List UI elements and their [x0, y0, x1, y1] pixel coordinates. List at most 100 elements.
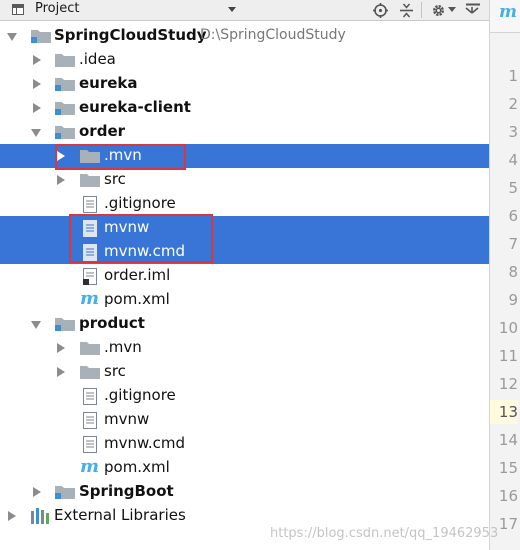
folder-icon [80, 172, 100, 191]
tree-row-product-mvnw[interactable]: mvnw [0, 408, 489, 432]
collapse-arrow-icon[interactable] [33, 103, 41, 113]
order-mvn-label: .mvn [104, 146, 142, 164]
gear-icon[interactable] [429, 2, 447, 18]
collapse-arrow-icon[interactable] [57, 367, 65, 377]
tree-row-order-src[interactable]: src [0, 168, 489, 192]
collapse-all-icon[interactable] [397, 2, 415, 18]
product-mvn-label: .mvn [104, 338, 142, 356]
module-folder-icon [55, 484, 75, 503]
order-label: order [79, 122, 126, 140]
project-tree: SpringCloudStudy D:\SpringCloudStudy .id… [0, 21, 489, 550]
order-mvnw-cmd-label: mvnw.cmd [104, 242, 186, 260]
line-number: 11 [498, 347, 518, 365]
line-number: 5 [508, 179, 518, 197]
collapse-arrow-icon[interactable] [57, 151, 65, 161]
text-file-icon [83, 196, 97, 217]
root-path: D:\SpringCloudStudy [200, 27, 346, 43]
module-folder-icon [55, 124, 75, 143]
line-number: 2 [508, 95, 518, 113]
tree-row-product-src[interactable]: src [0, 360, 489, 384]
product-gitignore-label: .gitignore [104, 386, 176, 404]
folder-icon [80, 148, 100, 167]
product-src-label: src [104, 362, 126, 380]
tree-row-order-iml[interactable]: order.iml [0, 264, 489, 288]
line-number: 16 [498, 487, 518, 505]
tree-row-product-mvn[interactable]: .mvn [0, 336, 489, 360]
springboot-label: SpringBoot [79, 482, 174, 500]
collapse-arrow-icon[interactable] [57, 343, 65, 353]
editor-tab-pom[interactable]: m [490, 0, 520, 33]
order-iml-label: order.iml [104, 266, 171, 284]
editor-gutter: m 1 2 3 4 5 6 7 8 9 10 11 12 13 14 15 16 17 [489, 0, 520, 550]
project-panel-header: Project [0, 0, 489, 21]
module-folder-icon [55, 100, 75, 119]
tree-row-order-mvnw[interactable]: mvnw [0, 216, 489, 240]
gear-dropdown-icon[interactable] [447, 2, 457, 18]
watermark: https://blog.csdn.net/qq_19462953 [270, 526, 499, 541]
collapse-arrow-icon[interactable] [33, 79, 41, 89]
line-number: 13 [490, 400, 518, 424]
maven-file-icon: m [80, 456, 100, 477]
product-label: product [79, 314, 145, 332]
text-file-icon [83, 244, 97, 265]
tree-row-root[interactable]: SpringCloudStudy D:\SpringCloudStudy [0, 24, 489, 48]
tree-row-eureka-client[interactable]: eureka-client [0, 96, 489, 120]
text-file-icon [83, 436, 97, 457]
text-file-icon [83, 220, 97, 241]
line-number: 9 [508, 291, 518, 309]
order-src-label: src [104, 170, 126, 188]
maven-file-icon: m [80, 288, 100, 309]
line-number: 12 [498, 375, 518, 393]
tree-row-springboot[interactable]: SpringBoot [0, 480, 489, 504]
line-number: 7 [508, 235, 518, 253]
collapse-arrow-icon[interactable] [8, 511, 16, 521]
tree-row-eureka[interactable]: eureka [0, 72, 489, 96]
module-folder-icon [55, 316, 75, 335]
text-file-icon [83, 412, 97, 433]
project-window-icon [12, 4, 24, 15]
line-number: 14 [498, 431, 518, 449]
tree-row-product-gitignore[interactable]: .gitignore [0, 384, 489, 408]
collapse-arrow-icon[interactable] [33, 487, 41, 497]
line-number: 1 [508, 67, 518, 85]
expand-arrow-icon[interactable] [31, 321, 41, 329]
order-gitignore-label: .gitignore [104, 194, 176, 212]
product-mvnw-cmd-label: mvnw.cmd [104, 434, 186, 452]
collapse-arrow-icon[interactable] [57, 175, 65, 185]
tree-row-external-libraries[interactable]: External Libraries [0, 504, 489, 528]
tree-row-order-mvn[interactable]: .mvn [0, 144, 489, 168]
line-number: 10 [498, 319, 518, 337]
text-file-icon [83, 388, 97, 409]
idea-label: .idea [79, 50, 116, 68]
line-number: 3 [508, 123, 518, 141]
line-number: 8 [508, 263, 518, 281]
tree-row-order[interactable]: order [0, 120, 489, 144]
libraries-icon [30, 507, 50, 528]
header-separator [421, 2, 422, 18]
tree-row-idea[interactable]: .idea [0, 48, 489, 72]
tree-row-order-gitignore[interactable]: .gitignore [0, 192, 489, 216]
scroll-from-source-icon[interactable] [371, 2, 389, 18]
tree-row-order-mvnw-cmd[interactable]: mvnw.cmd [0, 240, 489, 264]
collapse-arrow-icon[interactable] [33, 55, 41, 65]
tree-row-order-pom[interactable]: m pom.xml [0, 288, 489, 312]
expand-arrow-icon[interactable] [7, 33, 17, 41]
tree-row-product[interactable]: product [0, 312, 489, 336]
order-mvnw-label: mvnw [104, 218, 150, 236]
line-number: 6 [508, 207, 518, 225]
product-mvnw-label: mvnw [104, 410, 150, 428]
view-dropdown-icon[interactable] [228, 7, 236, 12]
order-pom-label: pom.xml [104, 290, 170, 308]
module-folder-icon [55, 76, 75, 95]
external-libraries-label: External Libraries [54, 506, 186, 524]
hide-panel-icon[interactable] [463, 2, 483, 18]
folder-icon [80, 364, 100, 383]
folder-icon [80, 340, 100, 359]
product-pom-label: pom.xml [104, 458, 170, 476]
line-number: 4 [508, 151, 518, 169]
tree-row-product-pom[interactable]: m pom.xml [0, 456, 489, 480]
eureka-client-label: eureka-client [79, 98, 191, 116]
tree-row-product-mvnw-cmd[interactable]: mvnw.cmd [0, 432, 489, 456]
expand-arrow-icon[interactable] [31, 129, 41, 137]
maven-file-icon: m [499, 2, 517, 22]
